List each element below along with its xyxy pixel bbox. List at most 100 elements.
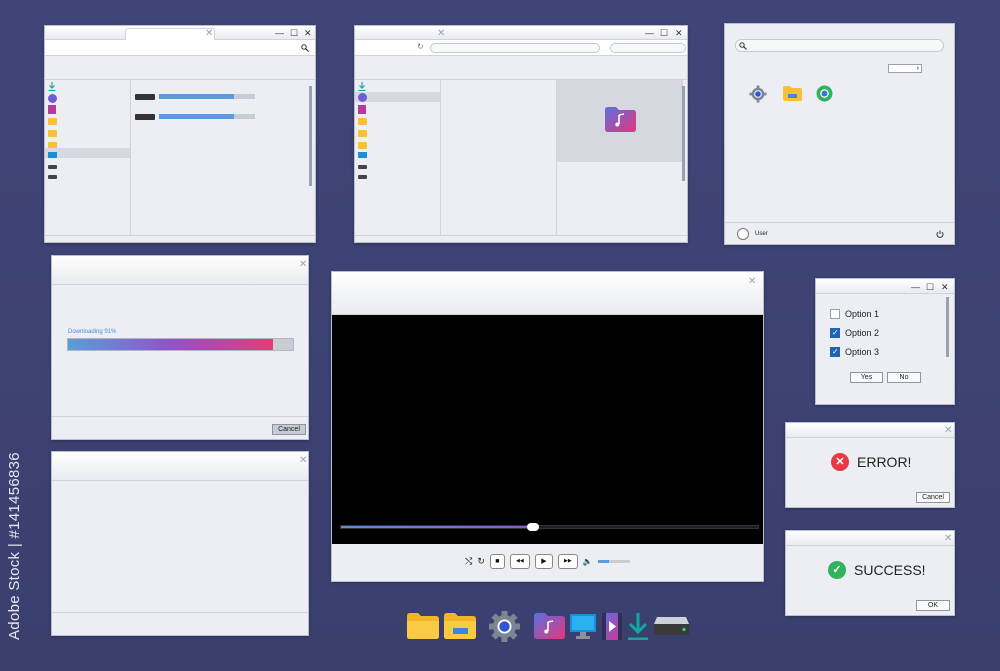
title-bar[interactable]: ✕: [786, 423, 954, 438]
music-icon[interactable]: [358, 93, 367, 102]
scrollbar[interactable]: [682, 86, 685, 181]
hard-drive-icon[interactable]: [653, 616, 690, 636]
music-icon[interactable]: [48, 94, 57, 103]
seek-bar[interactable]: [340, 523, 759, 531]
close-button[interactable]: ✕: [304, 28, 312, 38]
success-dialog: ✕ ✓ SUCCESS! OK: [785, 530, 955, 616]
volume-icon[interactable]: 🔈: [583, 557, 593, 566]
music-folder-icon[interactable]: [605, 107, 636, 132]
stop-button[interactable]: ■: [489, 553, 505, 569]
checkbox[interactable]: [830, 309, 840, 319]
monitor-icon[interactable]: [569, 612, 597, 640]
folder-icon[interactable]: [358, 142, 367, 149]
stock-watermark: Adobe Stock | #141456836: [6, 452, 23, 640]
title-bar[interactable]: ✕: [52, 452, 308, 481]
title-bar[interactable]: — ☐ ✕: [816, 279, 954, 294]
options-dialog: — ☐ ✕ Option 1 Option 2 Option 3 Yes No: [815, 278, 955, 405]
option-2[interactable]: Option 2: [830, 328, 879, 338]
search-input[interactable]: [735, 39, 944, 52]
yes-button[interactable]: Yes: [850, 372, 883, 383]
close-button[interactable]: ✕: [299, 259, 307, 270]
close-button[interactable]: ✕: [675, 28, 683, 38]
sidebar: [355, 80, 440, 236]
folder-icon[interactable]: [48, 130, 57, 137]
minimize-button[interactable]: —: [645, 28, 654, 38]
title-bar[interactable]: ✕: [332, 272, 763, 315]
tab-close-icon[interactable]: ✕: [437, 28, 445, 39]
folder-icon[interactable]: [358, 130, 367, 137]
title-bar[interactable]: ✕ — ☐ ✕: [355, 26, 687, 40]
folder-drive-icon[interactable]: [444, 612, 476, 639]
title-bar[interactable]: ✕: [786, 531, 954, 546]
music-folder-icon[interactable]: [534, 612, 565, 639]
close-button[interactable]: ✕: [944, 533, 952, 544]
close-button[interactable]: ✕: [941, 282, 949, 292]
video-file-icon[interactable]: [601, 612, 623, 641]
drive-icon[interactable]: [358, 165, 367, 169]
video-icon[interactable]: [48, 105, 56, 114]
address-bar[interactable]: [45, 40, 315, 56]
sidebar-item-selected[interactable]: [45, 148, 130, 158]
next-button[interactable]: ▶▶: [557, 553, 578, 569]
previous-button[interactable]: ◀◀: [509, 553, 530, 569]
drive-icon[interactable]: [358, 175, 367, 179]
folder-icon[interactable]: [783, 86, 802, 101]
maximize-button[interactable]: ☐: [660, 28, 668, 38]
sidebar-item-selected[interactable]: [355, 92, 440, 102]
monitor-icon[interactable]: [48, 152, 57, 158]
scrollbar[interactable]: [309, 86, 312, 186]
minimize-button[interactable]: —: [275, 28, 284, 38]
toolbar: ↻: [355, 40, 687, 56]
monitor-icon[interactable]: [358, 152, 367, 158]
success-message: ✓ SUCCESS!: [828, 561, 926, 579]
folder-icon[interactable]: [48, 118, 57, 125]
drive-icon[interactable]: [48, 165, 57, 169]
volume-slider[interactable]: [597, 559, 630, 563]
user-button[interactable]: User: [737, 228, 768, 240]
capacity-fill: [159, 94, 234, 99]
expand-button[interactable]: ›: [888, 64, 922, 73]
drive-row[interactable]: [135, 94, 265, 102]
search-input[interactable]: [610, 43, 686, 53]
cancel-button[interactable]: Cancel: [916, 492, 950, 503]
checkbox[interactable]: [830, 347, 840, 357]
refresh-icon[interactable]: ↻: [417, 42, 424, 51]
close-button[interactable]: ✕: [944, 425, 952, 436]
option-1[interactable]: Option 1: [830, 309, 879, 319]
drive-row[interactable]: [135, 114, 265, 122]
download-icon[interactable]: [48, 82, 56, 91]
folder-icon[interactable]: [358, 118, 367, 125]
minimize-button[interactable]: —: [911, 282, 920, 292]
repeat-icon[interactable]: ↻: [477, 556, 485, 567]
tab[interactable]: [125, 28, 215, 40]
power-icon[interactable]: [936, 230, 944, 238]
option-3[interactable]: Option 3: [830, 347, 879, 357]
drive-icon[interactable]: [48, 175, 57, 179]
close-button[interactable]: ✕: [748, 276, 756, 287]
no-button[interactable]: No: [887, 372, 921, 383]
folder-icon[interactable]: [407, 612, 439, 639]
cancel-button[interactable]: Cancel: [272, 424, 306, 435]
search-icon[interactable]: [301, 44, 309, 52]
video-icon[interactable]: [358, 105, 366, 114]
maximize-button[interactable]: ☐: [926, 282, 934, 292]
tab-close-icon[interactable]: ✕: [205, 28, 213, 39]
download-icon[interactable]: [627, 612, 649, 640]
address-input[interactable]: [430, 43, 600, 53]
close-button[interactable]: ✕: [299, 455, 307, 466]
scrollbar[interactable]: [946, 297, 949, 357]
checkbox[interactable]: [830, 328, 840, 338]
shuffle-icon[interactable]: ⤭: [465, 556, 472, 567]
maximize-button[interactable]: ☐: [290, 28, 298, 38]
play-button[interactable]: ▶: [534, 553, 553, 569]
gear-icon[interactable]: [749, 85, 767, 103]
download-icon[interactable]: [358, 82, 366, 91]
title-bar[interactable]: ✕: [52, 256, 308, 285]
start-menu: › User: [724, 23, 955, 245]
chrome-app-icon[interactable]: [816, 85, 833, 102]
video-area[interactable]: [332, 315, 763, 544]
title-bar[interactable]: ✕ — ☐ ✕: [45, 26, 315, 40]
seek-handle[interactable]: [526, 523, 539, 531]
ok-button[interactable]: OK: [916, 600, 950, 611]
gear-icon[interactable]: [488, 610, 521, 643]
